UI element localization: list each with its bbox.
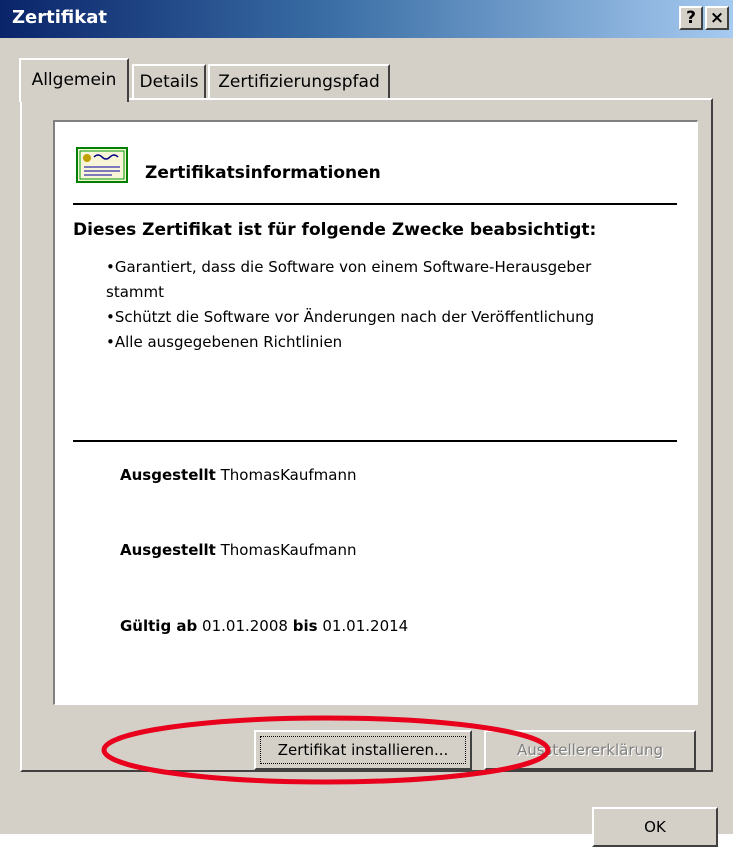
certificate-dialog: Zertifikat ? × Allgemein Details Zertifi…: [0, 0, 733, 847]
issued-by-value: ThomasKaufmann: [220, 541, 357, 559]
ok-button[interactable]: OK: [592, 807, 718, 847]
help-button[interactable]: ?: [679, 6, 703, 30]
purpose-list: •Garantiert, dass die Software von einem…: [106, 255, 606, 355]
tab-zertifizierungspfad[interactable]: Zertifizierungspfad: [208, 64, 390, 98]
divider: [73, 440, 677, 442]
install-certificate-button[interactable]: Zertifikat installieren...: [254, 730, 472, 770]
issued-to-value: ThomasKaufmann: [220, 466, 357, 484]
issuer-statement-button[interactable]: Ausstellererklärung: [484, 730, 696, 770]
issued-to-label: Ausgestellt: [120, 466, 216, 484]
valid-to-value: 01.01.2014: [322, 617, 409, 635]
certificate-info-heading: Zertifikatsinformationen: [145, 163, 381, 183]
list-item: •Alle ausgegebenen Richtlinien: [106, 333, 343, 351]
valid-from-label: Gültig ab: [120, 617, 198, 635]
title-bar[interactable]: Zertifikat ? ×: [0, 0, 733, 38]
valid-from-value: 01.01.2008: [202, 617, 288, 635]
tab-allgemein[interactable]: Allgemein: [19, 58, 129, 102]
list-item: •Schützt die Software vor Änderungen nac…: [106, 308, 595, 326]
window-title: Zertifikat: [12, 7, 107, 28]
divider: [73, 203, 677, 205]
issued-to-row: Ausgestellt ThomasKaufmann: [120, 466, 356, 484]
issued-by-label: Ausgestellt: [120, 541, 216, 559]
issued-by-row: Ausgestellt ThomasKaufmann: [120, 541, 356, 559]
tab-details[interactable]: Details: [132, 64, 206, 98]
validity-row: Gültig ab 01.01.2008 bis 01.01.2014: [120, 617, 408, 635]
purpose-heading: Dieses Zertifikat ist für folgende Zweck…: [73, 220, 597, 240]
list-item: •Garantiert, dass die Software von einem…: [106, 258, 592, 301]
tab-strip: Allgemein Details Zertifizierungspfad: [0, 58, 733, 102]
focus-ring: [260, 736, 466, 764]
valid-to-label: bis: [292, 617, 318, 635]
close-button[interactable]: ×: [705, 6, 729, 30]
certificate-icon: [76, 147, 128, 183]
